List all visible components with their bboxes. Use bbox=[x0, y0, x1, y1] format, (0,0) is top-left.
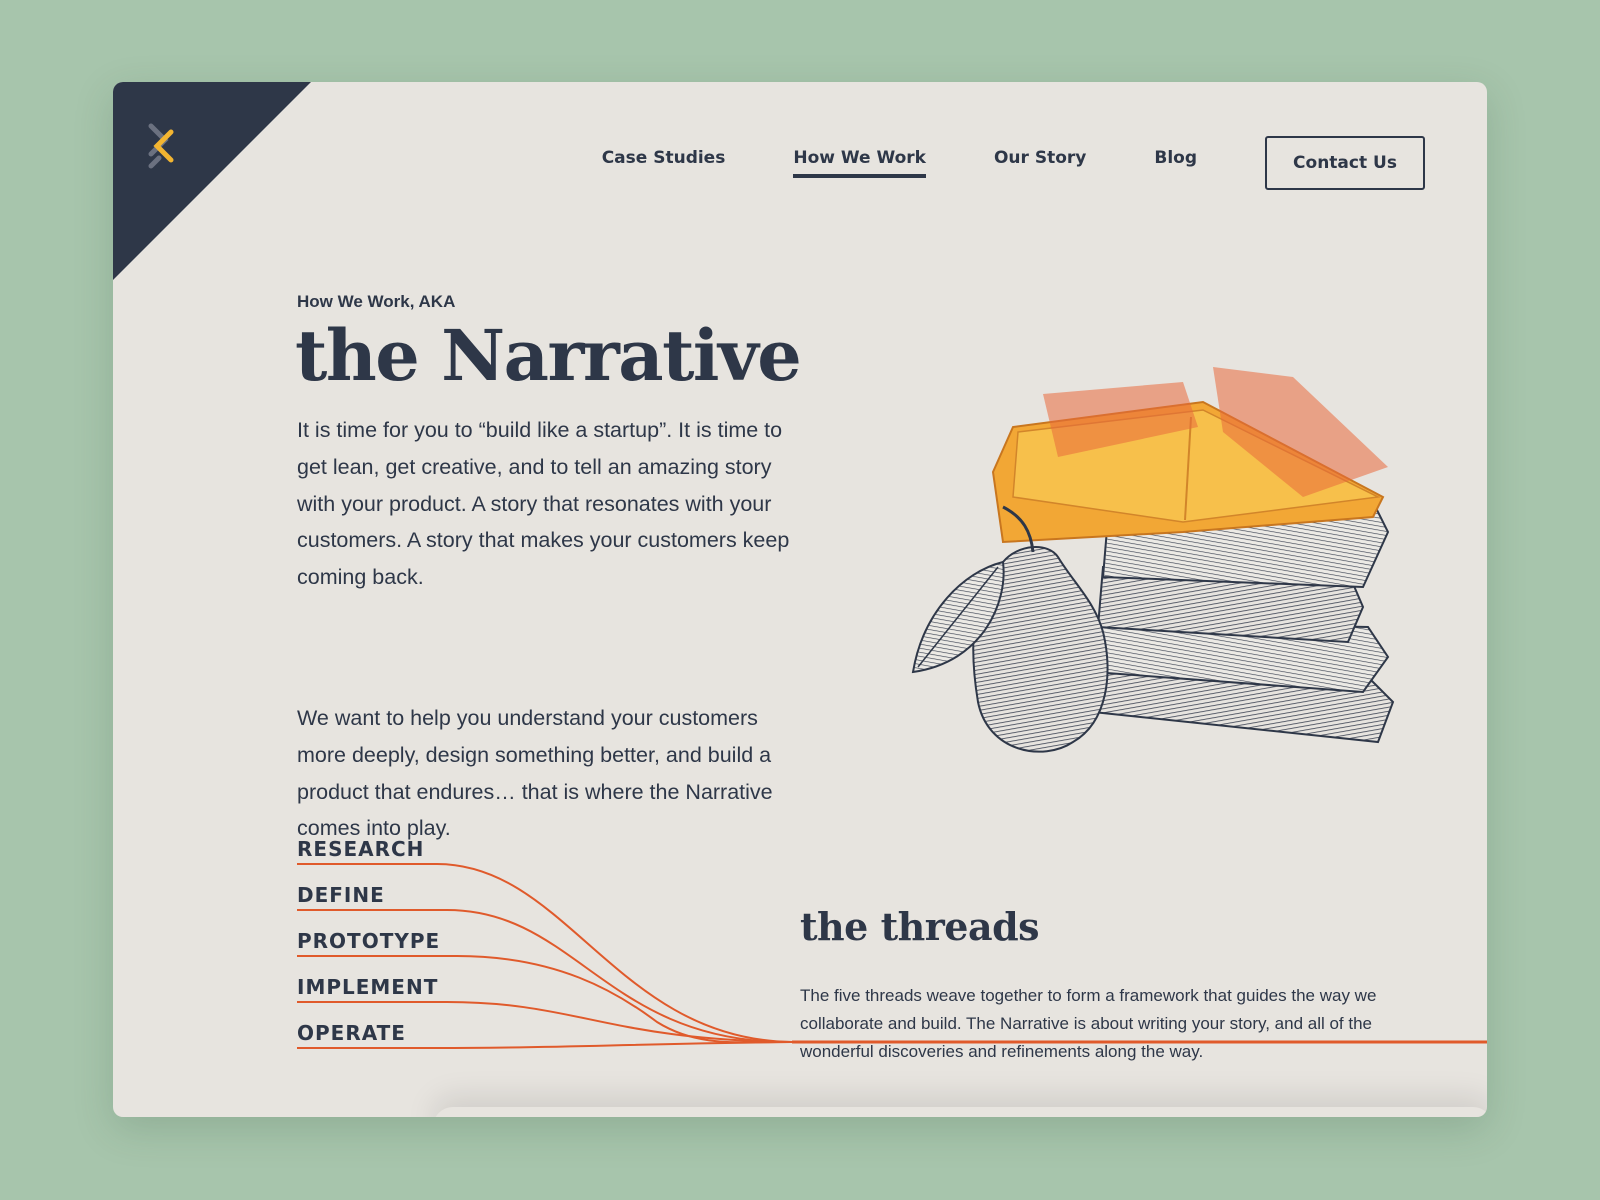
corner-banner bbox=[113, 82, 311, 280]
nav-blog[interactable]: Blog bbox=[1154, 148, 1197, 178]
threads-weave-graphic bbox=[297, 863, 1487, 1049]
next-section-shadow bbox=[433, 1107, 1487, 1117]
nav-case-studies[interactable]: Case Studies bbox=[602, 148, 726, 178]
page-title: the Narrative bbox=[295, 314, 802, 397]
hero-paragraph-2: We want to help you understand your cust… bbox=[297, 706, 773, 841]
hero-eyebrow: How We Work, AKA bbox=[297, 292, 456, 311]
books-pear-illustration bbox=[911, 367, 1395, 753]
threads-title: the threads bbox=[800, 904, 1040, 949]
nav-our-story[interactable]: Our Story bbox=[994, 148, 1086, 178]
page-card: Case Studies How We Work Our Story Blog … bbox=[113, 82, 1487, 1117]
nav-how-we-work[interactable]: How We Work bbox=[793, 148, 926, 178]
threads-description: The five threads weave together to form … bbox=[800, 986, 1377, 1061]
contact-us-button[interactable]: Contact Us bbox=[1265, 136, 1425, 190]
main-nav: Case Studies How We Work Our Story Blog … bbox=[602, 136, 1425, 190]
logo-icon[interactable] bbox=[145, 122, 179, 170]
hero-paragraph-1: It is time for you to “build like a star… bbox=[297, 418, 790, 590]
